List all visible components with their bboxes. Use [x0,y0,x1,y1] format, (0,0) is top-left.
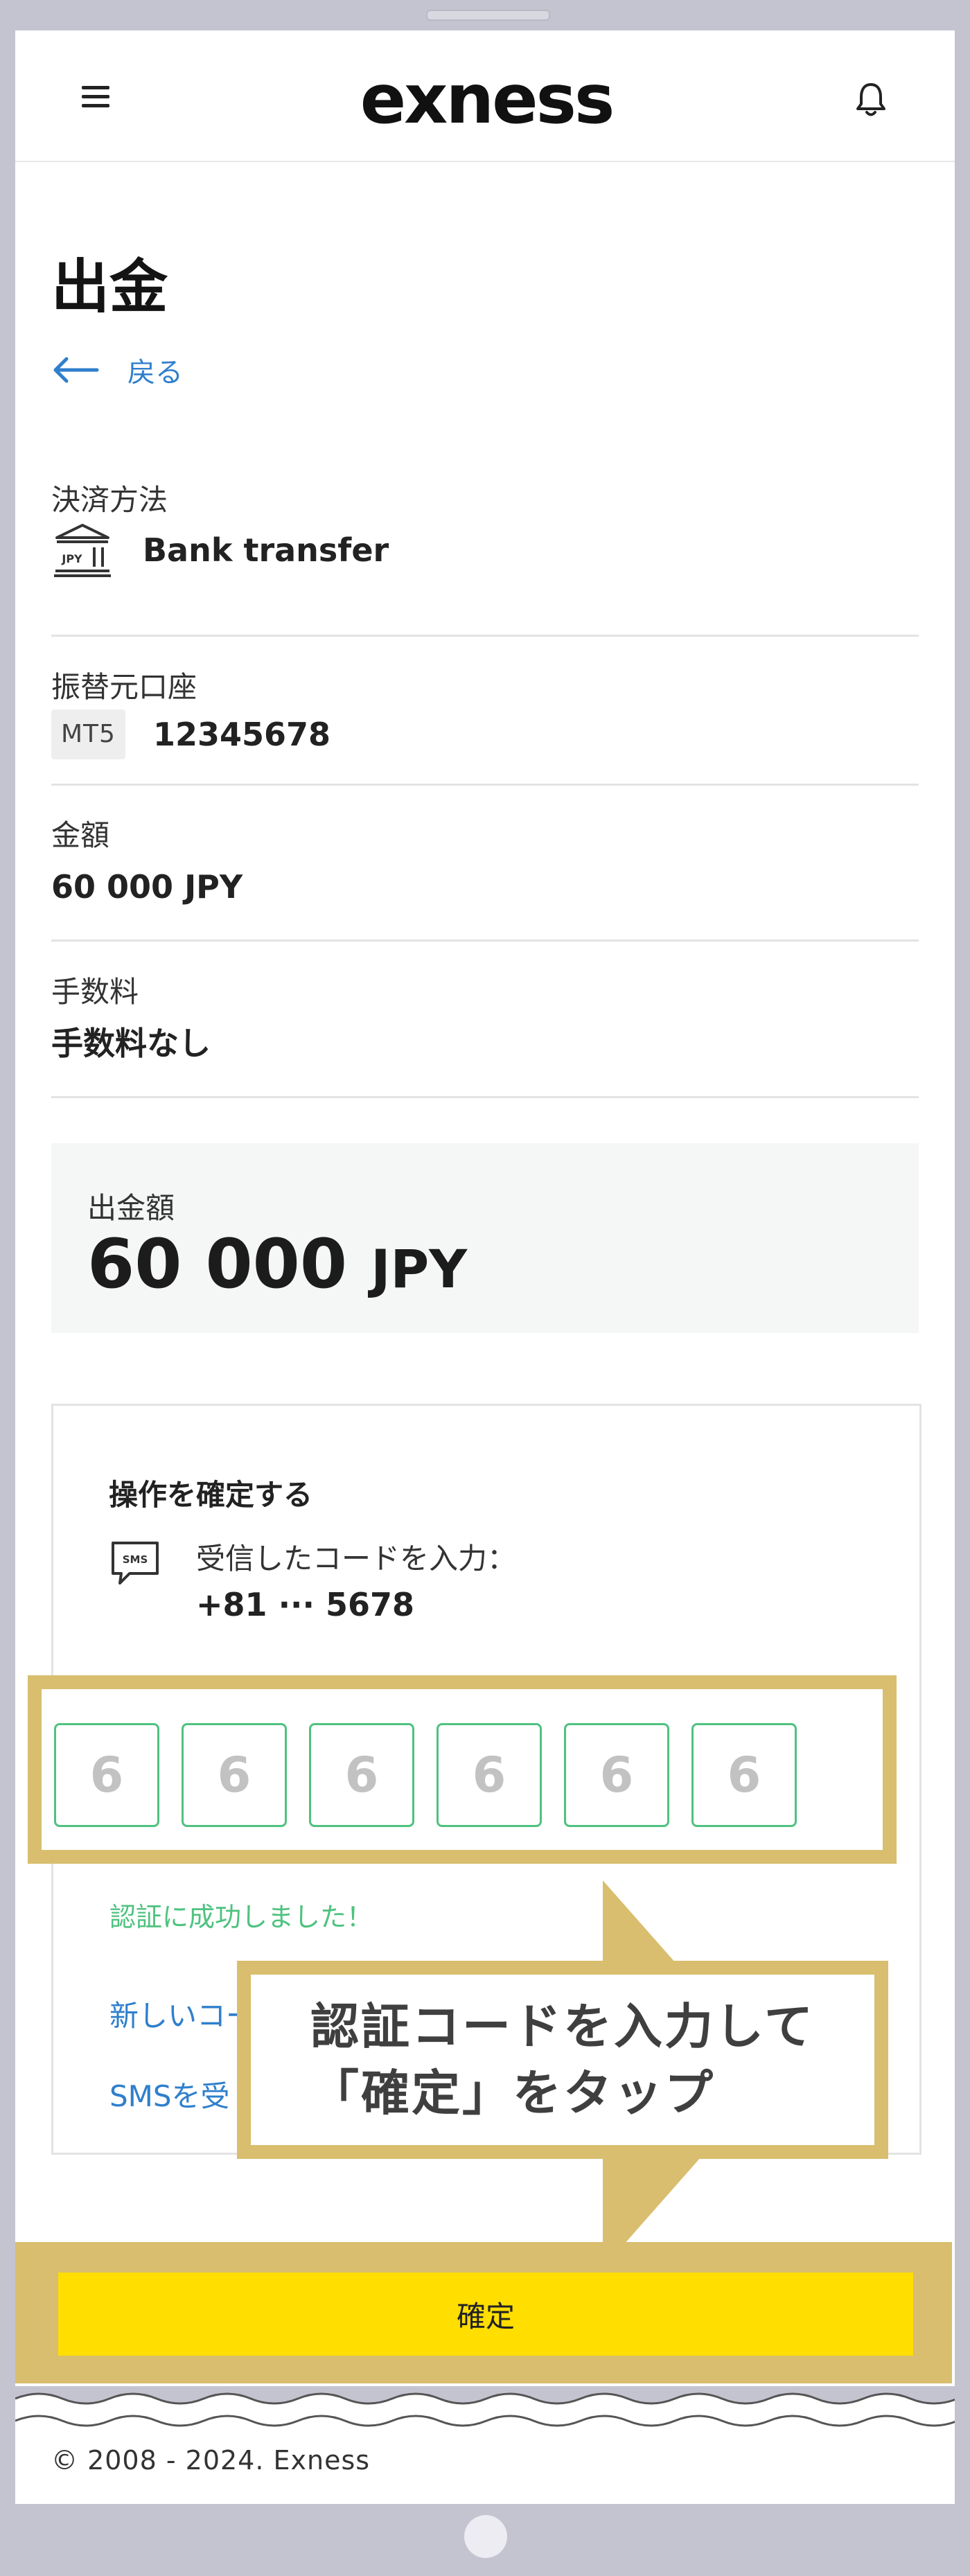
fee-field: 手数料 手数料なし [51,974,919,1098]
payment-method-value-row: JPY Bank transfer [51,522,919,578]
hamburger-menu-icon[interactable] [82,86,109,111]
amount-value: 60 000 JPY [51,868,243,906]
code-digit-5[interactable]: 6 [564,1723,669,1827]
mt5-badge: MT5 [51,709,125,759]
sms-instruction-text: 受信したコードを入力： [196,1542,517,1576]
fee-value: 手数料なし [51,1025,211,1062]
payment-method-label: 決済方法 [51,483,168,517]
resend-code-link[interactable]: 新しいコー [109,1993,255,2035]
withdrawal-amount-box: 出金額 60 000 JPY [51,1143,919,1333]
callout-text: 認証コードを入力して 「確定」をタップ [310,1998,815,2121]
device-home-button[interactable] [464,2515,507,2558]
verification-success-message: 認証に成功しました！ [109,1902,373,1932]
payment-method-field: 決済方法 JPY Bank transfer [51,482,919,637]
source-account-value: 12345678 [152,716,331,753]
back-link[interactable]: 戻る [51,349,183,391]
bank-jpy-icon: JPY [54,524,111,577]
code-digit-4[interactable]: 6 [436,1723,542,1827]
code-digit-2[interactable]: 6 [182,1723,287,1827]
exness-logo: exness [360,60,615,139]
withdrawal-amount-value: 60 000 JPY [87,1226,467,1307]
sms-phone-number: +81 ··· 5678 [196,1586,415,1623]
withdrawal-amount-label: 出金額 [87,1191,175,1225]
source-account-value-row: MT5 12345678 [51,709,919,759]
payment-method-value: Bank transfer [143,531,389,569]
page-title: 出金 [51,253,168,321]
arrow-left-icon [53,357,99,383]
verification-code-inputs: 6 6 6 6 6 6 [54,1723,797,1827]
confirm-card-title: 操作を確定する [109,1478,313,1512]
back-link-label: 戻る [127,357,183,389]
withdrawal-amount-currency: JPY [371,1238,468,1300]
confirm-button[interactable]: 確定 [58,2273,913,2356]
bank-icon-label: JPY [61,552,82,565]
source-account-label: 振替元口座 [51,670,197,704]
sms-instruction: 受信したコードを入力： +81 ··· 5678 [196,1536,516,1627]
page-break-wave [15,2386,955,2435]
sms-icon: SMS [112,1542,159,1585]
source-account-field: 振替元口座 MT5 12345678 [51,669,919,786]
instruction-callout: 認証コードを入力して 「確定」をタップ [237,1961,888,2159]
sms-not-received-link[interactable]: SMSを受 [109,2073,230,2115]
footer-copyright: © 2008 - 2024. Exness [51,2445,371,2476]
withdrawal-amount-number: 60 000 [87,1225,348,1304]
code-digit-1[interactable]: 6 [54,1723,159,1827]
code-digit-6[interactable]: 6 [691,1723,797,1827]
app-header: exness [15,30,955,162]
device-speaker-bar [426,10,550,21]
app-screen: exness 出金 戻る 決済方法 JPY Bank transfer 振替元口… [15,30,955,2504]
bell-icon[interactable] [854,80,888,119]
amount-label: 金額 [51,818,110,852]
fee-label: 手数料 [51,975,139,1009]
sms-icon-label: SMS [123,1553,148,1566]
code-digit-3[interactable]: 6 [309,1723,414,1827]
amount-field: 金額 60 000 JPY [51,818,919,942]
